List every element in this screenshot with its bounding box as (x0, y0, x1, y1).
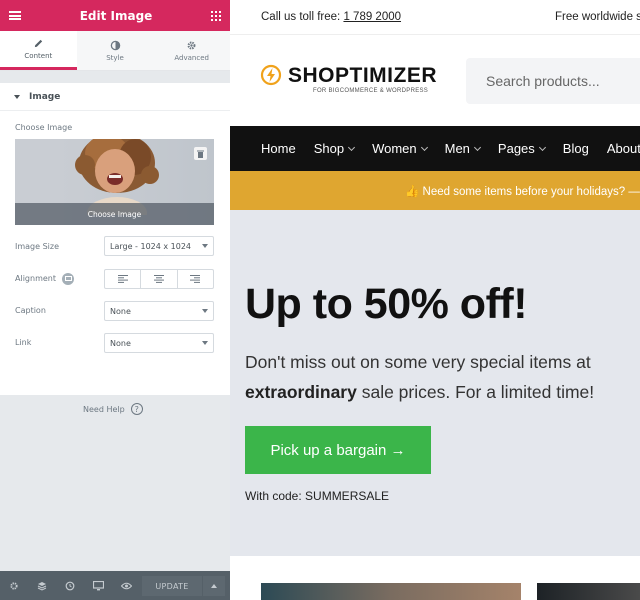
nav-blog[interactable]: Blog (563, 141, 589, 156)
nav-label: Pages (497, 141, 535, 156)
call-prefix: Call us toll free: (261, 11, 344, 23)
align-right-button[interactable] (178, 270, 213, 288)
chevron-down-icon (202, 244, 208, 248)
panel-header: Edit Image (0, 0, 230, 31)
menu-icon[interactable] (9, 11, 21, 20)
caption-select[interactable]: None (104, 301, 214, 321)
image-section-header[interactable]: Image (0, 83, 230, 111)
nav-men[interactable]: Men (444, 141, 481, 156)
main-nav: Home Shop Women Men Pages Blog About (230, 126, 640, 171)
nav-pages[interactable]: Pages (497, 141, 546, 156)
link-select[interactable]: None (104, 333, 214, 353)
nav-label: Shop (313, 141, 345, 156)
align-left-icon (117, 275, 128, 283)
need-help-label: Need Help (83, 404, 125, 414)
search-input[interactable] (466, 58, 640, 104)
link-label: Link (15, 338, 32, 347)
tab-content[interactable]: Content (0, 31, 77, 70)
chevron-down-icon (420, 143, 428, 151)
nav-women[interactable]: Women (372, 141, 428, 156)
product-thumbnail[interactable] (537, 583, 640, 600)
image-picker[interactable]: Choose Image (15, 139, 214, 225)
shipping-text: Free worldwide s (555, 11, 640, 23)
nav-label: Blog (562, 141, 589, 156)
cta-button[interactable]: Pick up a bargain → (245, 426, 431, 474)
call-text: Call us toll free: 1 789 2000 (261, 11, 401, 23)
caret-up-icon (211, 584, 217, 588)
image-size-select[interactable]: Large - 1024 x 1024 (104, 236, 214, 256)
image-size-value: Large - 1024 x 1024 (110, 241, 192, 251)
align-center-button[interactable] (141, 270, 178, 288)
nav-label: Women (372, 141, 417, 156)
trash-icon[interactable] (194, 147, 207, 160)
need-help-link[interactable]: Need Help ? (83, 403, 143, 415)
promo-code: With code: SUMMERSALE (245, 489, 390, 503)
panel-title: Edit Image (79, 8, 153, 23)
logo-text: SHOPTIMIZER (288, 63, 438, 87)
hero-sub-part1: Don't miss out on some very special item… (245, 352, 591, 372)
responsive-icon[interactable] (62, 273, 74, 285)
hero-sub-bold: extraordinary (245, 382, 357, 402)
chevron-down-icon (538, 143, 546, 151)
navigator-layers-icon[interactable] (28, 571, 56, 600)
responsive-mode-icon[interactable] (84, 571, 112, 600)
section-title: Image (29, 91, 61, 102)
question-icon: ? (130, 403, 143, 415)
nav-home[interactable]: Home (261, 141, 296, 156)
tab-style-label: Style (106, 53, 124, 62)
logo-tagline: FOR BIGCOMMERCE & WORDPRESS (313, 88, 429, 94)
nav-shop[interactable]: Shop (313, 141, 356, 156)
product-strip (230, 556, 640, 600)
nav-about[interactable]: About (607, 141, 640, 156)
settings-gear-icon[interactable] (0, 571, 28, 600)
hero-sub-part2: sale prices. For a limited time! (356, 382, 595, 402)
choose-image-button[interactable]: Choose Image (15, 203, 214, 225)
tab-advanced[interactable]: Advanced (153, 31, 230, 70)
tab-content-label: Content (24, 52, 53, 60)
editor-panel: Edit Image Content Style Advanced Image … (0, 0, 230, 600)
alignment-control (104, 269, 214, 289)
hero-banner: Up to 50% off! Don't miss out on some ve… (230, 210, 640, 556)
caption-label: Caption (15, 306, 46, 315)
align-right-icon (190, 275, 201, 283)
alignment-label: Alignment (15, 274, 56, 283)
chevron-down-icon (473, 143, 481, 151)
chevron-down-icon (202, 341, 208, 345)
gear-icon (187, 41, 196, 49)
caret-down-icon (14, 94, 20, 99)
site-preview: Call us toll free: 1 789 2000 Free world… (230, 0, 640, 600)
top-bar: Call us toll free: 1 789 2000 Free world… (230, 0, 640, 35)
lightning-logo-icon (260, 64, 282, 86)
history-icon[interactable] (56, 571, 84, 600)
contrast-icon (110, 40, 120, 50)
tab-advanced-label: Advanced (174, 53, 209, 62)
align-left-button[interactable] (105, 270, 142, 288)
widgets-grid-icon[interactable] (210, 10, 221, 21)
product-thumbnail[interactable] (261, 583, 521, 600)
nav-label: Home (261, 141, 296, 156)
panel-tabs: Content Style Advanced (0, 31, 230, 71)
hero-title: Up to 50% off! (245, 280, 528, 328)
align-center-icon (153, 275, 164, 283)
chevron-down-icon (348, 143, 356, 151)
update-button[interactable]: UPDATE (142, 576, 202, 596)
choose-image-label: Choose Image (15, 123, 73, 132)
link-value: None (110, 338, 131, 348)
chevron-down-icon (202, 309, 208, 313)
tab-style[interactable]: Style (76, 31, 154, 70)
phone-link[interactable]: 1 789 2000 (343, 11, 401, 23)
panel-footer: UPDATE (0, 571, 230, 600)
nav-label: About (606, 141, 640, 156)
caption-value: None (110, 306, 131, 316)
nav-label: Men (444, 141, 470, 156)
promo-bar[interactable]: 👍 Need some items before your holidays? … (230, 171, 640, 210)
pencil-icon (34, 39, 42, 48)
site-logo[interactable]: SHOPTIMIZER FOR BIGCOMMERCE & WORDPRESS (260, 63, 438, 94)
hero-subtitle: Don't miss out on some very special item… (245, 347, 635, 407)
update-options-button[interactable] (203, 576, 225, 596)
preview-eye-icon[interactable] (112, 571, 140, 600)
image-size-label: Image Size (15, 242, 60, 251)
